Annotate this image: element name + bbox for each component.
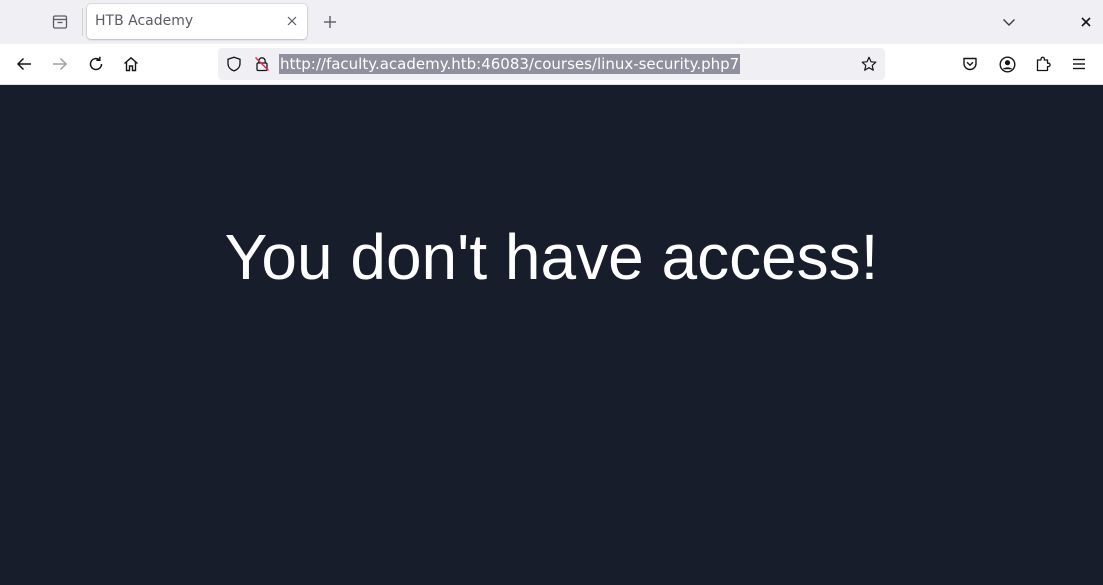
account-icon <box>998 55 1016 73</box>
url-text[interactable]: http://faculty.academy.htb:46083/courses… <box>279 54 741 74</box>
tab-title: HTB Academy <box>95 13 194 29</box>
extensions-button[interactable] <box>1029 50 1057 78</box>
shield-icon <box>226 56 242 72</box>
address-bar[interactable]: http://faculty.academy.htb:46083/courses… <box>218 48 885 80</box>
forward-button[interactable] <box>46 50 74 78</box>
pocket-button[interactable] <box>956 50 984 78</box>
tab-close-button[interactable] <box>283 12 301 30</box>
access-denied-message: You don't have access! <box>224 221 879 293</box>
tabs-overflow-button[interactable] <box>995 8 1023 36</box>
reload-icon <box>88 56 104 72</box>
window-close-button[interactable] <box>1074 10 1098 34</box>
tab-strip: HTB Academy <box>0 0 1103 44</box>
navigation-toolbar: http://faculty.academy.htb:46083/courses… <box>0 44 1103 85</box>
arrow-left-icon <box>16 56 32 72</box>
hamburger-menu-icon <box>1072 57 1086 71</box>
arrow-right-icon <box>52 56 68 72</box>
home-icon <box>123 56 139 72</box>
insecure-lock-icon <box>254 56 270 72</box>
reload-button[interactable] <box>82 50 110 78</box>
new-tab-button[interactable] <box>316 8 344 36</box>
close-icon <box>1081 17 1091 27</box>
pocket-icon <box>962 56 978 72</box>
tabstrip-separator <box>82 8 83 36</box>
account-button[interactable] <box>993 50 1021 78</box>
tab-htb-academy[interactable]: HTB Academy <box>87 4 307 39</box>
list-all-tabs-button[interactable] <box>46 8 74 36</box>
back-button[interactable] <box>10 50 38 78</box>
site-information-button[interactable] <box>252 54 272 74</box>
list-all-tabs-icon <box>52 14 68 30</box>
bookmark-button[interactable] <box>859 54 879 74</box>
tracking-protection-button[interactable] <box>224 54 244 74</box>
application-menu-button[interactable] <box>1065 50 1093 78</box>
chevron-down-icon <box>1002 15 1016 29</box>
close-icon <box>287 16 297 26</box>
page-content: You don't have access! <box>0 85 1103 585</box>
star-icon <box>861 56 877 72</box>
plus-icon <box>323 15 337 29</box>
puzzle-icon <box>1035 56 1051 72</box>
home-button[interactable] <box>117 50 145 78</box>
